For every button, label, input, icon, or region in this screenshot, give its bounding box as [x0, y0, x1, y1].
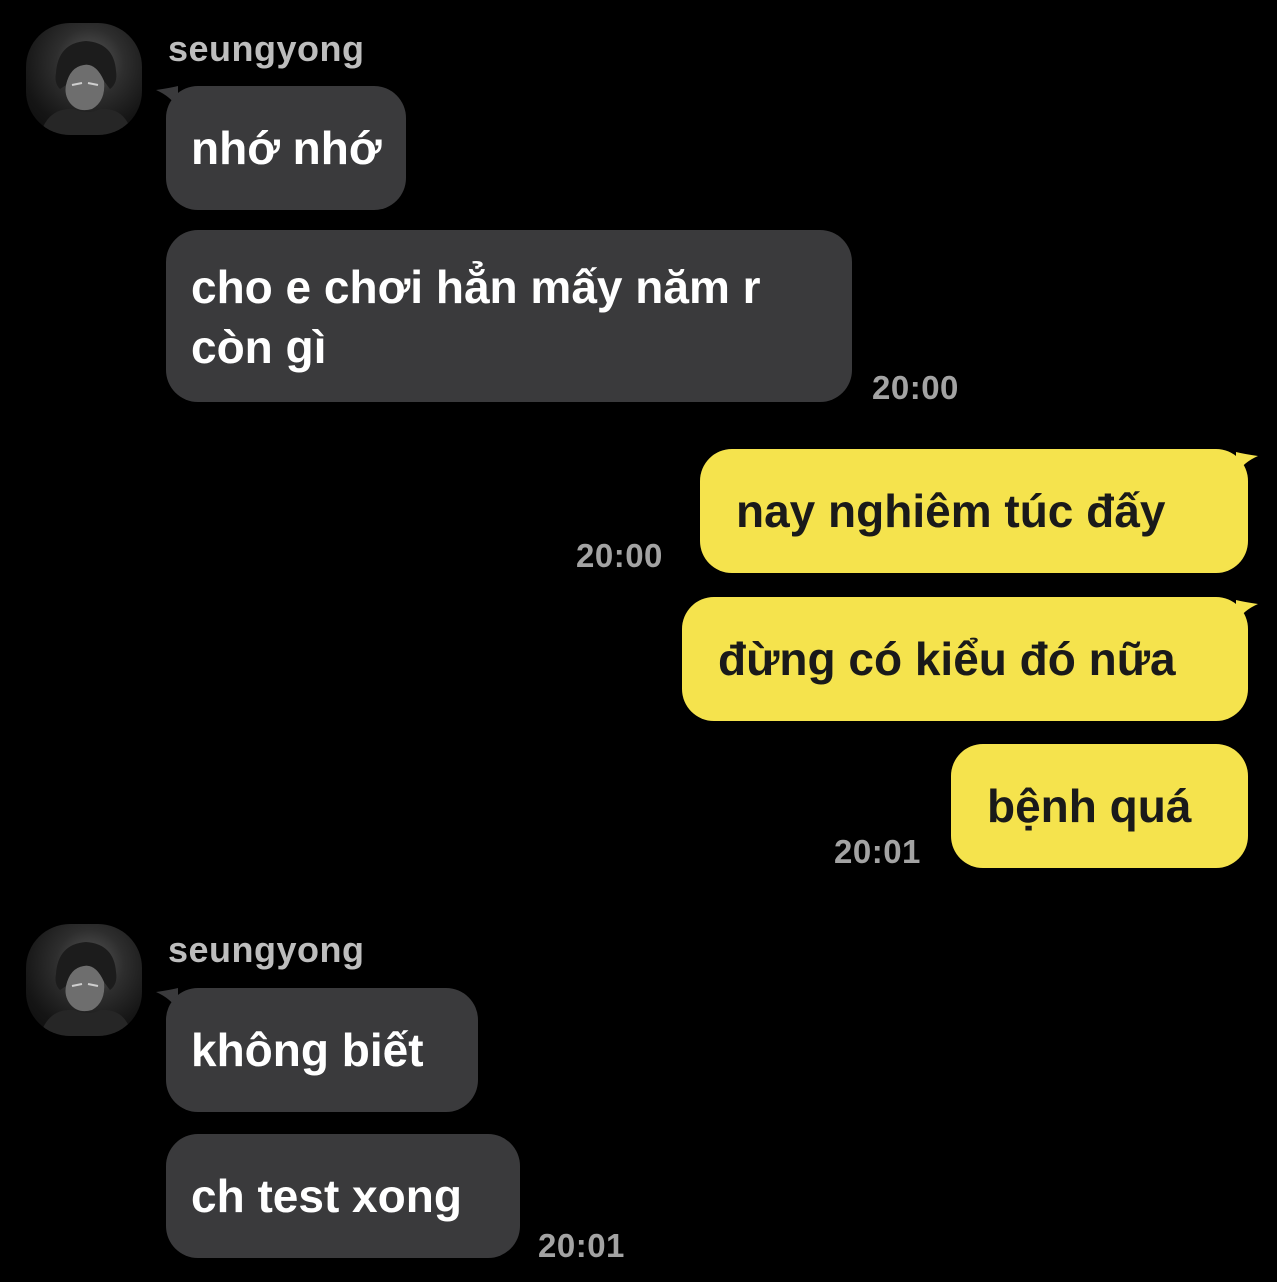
message-timestamp: 20:01	[834, 833, 921, 870]
bubble-tail	[1236, 452, 1258, 474]
message-bubble[interactable]: bệnh quá	[951, 744, 1248, 868]
message-bubble[interactable]: ch test xong	[166, 1134, 520, 1258]
message-text: nhớ nhớ	[191, 122, 382, 174]
message-timestamp: 20:00	[576, 537, 663, 574]
avatar[interactable]	[26, 924, 142, 1036]
bubble-tail	[1236, 600, 1258, 622]
message-text: cho e chơi hẳn mấy năm r còn gì	[191, 261, 761, 373]
message-bubble[interactable]: đừng có kiểu đó nữa	[682, 597, 1248, 721]
avatar-photo-icon	[40, 942, 132, 1036]
message-bubble[interactable]: không biết	[166, 988, 478, 1112]
avatar-photo-icon	[40, 41, 132, 135]
sender-name: seungyong	[168, 929, 365, 970]
message-timestamp: 20:01	[538, 1227, 625, 1264]
avatar[interactable]	[26, 23, 142, 135]
message-text: nay nghiêm túc đấy	[736, 485, 1166, 537]
message-timestamp: 20:00	[872, 369, 959, 406]
message-bubble[interactable]: cho e chơi hẳn mấy năm r còn gì	[166, 230, 852, 402]
message-bubble[interactable]: nay nghiêm túc đấy	[700, 449, 1248, 573]
message-text: ch test xong	[191, 1170, 462, 1222]
message-bubble[interactable]: nhớ nhớ	[166, 86, 406, 210]
message-text: đừng có kiểu đó nữa	[718, 633, 1176, 685]
sender-name: seungyong	[168, 28, 365, 69]
message-text: không biết	[191, 1024, 424, 1076]
message-text: bệnh quá	[987, 780, 1192, 832]
